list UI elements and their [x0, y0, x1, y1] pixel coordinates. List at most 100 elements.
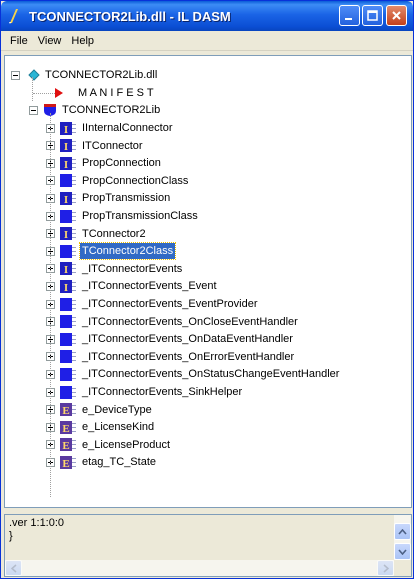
- manifest-label[interactable]: M A N I F E S T: [76, 85, 156, 101]
- tree-item[interactable]: PropConnectionClass: [46, 172, 190, 190]
- tree-item[interactable]: _ITConnectorEvents_OnStatusChangeEventHa…: [46, 365, 341, 383]
- interface-icon: I: [60, 121, 76, 135]
- manifest-row[interactable]: M A N I F E S T: [45, 84, 156, 102]
- tree-item[interactable]: I IInternalConnector: [46, 119, 175, 137]
- tree-view[interactable]: TCONNECTOR2Lib.dll M A N I F E S T TCONN…: [4, 55, 412, 508]
- class-icon: [60, 332, 76, 346]
- info-pane[interactable]: .ver 1:1:0:0 }: [4, 514, 412, 577]
- tree-item-label[interactable]: PropTransmissionClass: [80, 208, 200, 224]
- tree-item[interactable]: Ee_DeviceType: [46, 401, 154, 419]
- tree-item[interactable]: I ITConnector: [46, 137, 145, 155]
- svg-text:E: E: [62, 440, 69, 451]
- horizontal-scrollbar[interactable]: [5, 560, 394, 576]
- tree-item-label[interactable]: etag_TC_State: [80, 454, 158, 470]
- tree-item[interactable]: I _ITConnectorEvents: [46, 260, 184, 278]
- svg-text:E: E: [62, 423, 69, 434]
- tree-item-label[interactable]: ITConnector: [80, 138, 145, 154]
- svg-text:I: I: [64, 282, 68, 293]
- tree-item-label[interactable]: PropTransmission: [80, 190, 172, 206]
- tree-line: [32, 77, 33, 101]
- tree-item[interactable]: I TConnector2: [46, 225, 148, 243]
- chevron-down-icon: [398, 548, 407, 555]
- title-bar[interactable]: TCONNECTOR2Lib.dll - IL DASM: [1, 1, 413, 31]
- class-icon: [60, 297, 76, 311]
- tree-item[interactable]: PropTransmissionClass: [46, 207, 200, 225]
- vertical-scrollbar[interactable]: [394, 515, 411, 561]
- tree-item-label[interactable]: IInternalConnector: [80, 120, 175, 136]
- svg-text:I: I: [64, 141, 68, 152]
- tree-item-label[interactable]: TConnector2Class: [78, 242, 177, 261]
- scroll-left-button[interactable]: [5, 560, 22, 576]
- tree-item[interactable]: _ITConnectorEvents_OnErrorEventHandler: [46, 348, 296, 366]
- tree-item-label[interactable]: TConnector2: [80, 226, 148, 242]
- chevron-up-icon: [398, 528, 407, 535]
- close-button[interactable]: [386, 5, 407, 26]
- menu-view[interactable]: View: [33, 32, 67, 50]
- enum-icon: E: [60, 420, 76, 434]
- close-icon: [392, 11, 401, 20]
- tree-root-label[interactable]: TCONNECTOR2Lib.dll: [43, 67, 159, 83]
- tree-item[interactable]: I PropConnection: [46, 154, 163, 172]
- svg-text:I: I: [64, 264, 68, 275]
- svg-text:E: E: [62, 458, 69, 469]
- tree-item-label[interactable]: _ITConnectorEvents_EventProvider: [80, 296, 259, 312]
- tree-root-row[interactable]: TCONNECTOR2Lib.dll: [11, 66, 159, 84]
- tree-item-label[interactable]: _ITConnectorEvents_SinkHelper: [80, 384, 244, 400]
- interface-icon: I: [60, 139, 76, 153]
- maximize-icon: [367, 10, 378, 21]
- minimize-icon: [345, 18, 352, 20]
- interface-icon: I: [60, 279, 76, 293]
- svg-text:I: I: [64, 159, 68, 170]
- tree-item[interactable]: I PropTransmission: [46, 189, 172, 207]
- collapse-toggle[interactable]: [11, 70, 20, 80]
- splitter[interactable]: [1, 509, 413, 513]
- tree-item-label[interactable]: PropConnectionClass: [80, 173, 190, 189]
- menu-help[interactable]: Help: [66, 32, 99, 50]
- minimize-button[interactable]: [339, 5, 360, 26]
- svg-text:I: I: [64, 229, 68, 240]
- tree-line: [33, 93, 55, 94]
- tree-item-label[interactable]: _ITConnectorEvents_OnCloseEventHandler: [80, 314, 300, 330]
- tree-item-label[interactable]: e_LicenseKind: [80, 419, 156, 435]
- tree-item[interactable]: TConnector2Class: [46, 242, 177, 261]
- tree-line: [50, 113, 51, 497]
- tree-item[interactable]: Eetag_TC_State: [46, 453, 158, 471]
- tree-item[interactable]: _ITConnectorEvents_OnDataEventHandler: [46, 330, 295, 348]
- menu-bar: File View Help: [1, 31, 413, 51]
- tree-item[interactable]: Ee_LicenseKind: [46, 418, 156, 436]
- scroll-up-button[interactable]: [394, 523, 411, 540]
- tree-item-label[interactable]: _ITConnectorEvents_OnDataEventHandler: [80, 331, 295, 347]
- namespace-row[interactable]: TCONNECTOR2Lib: [29, 101, 162, 119]
- scroll-right-button[interactable]: [377, 560, 394, 576]
- tree-item-label[interactable]: e_DeviceType: [80, 402, 154, 418]
- tree-item-label[interactable]: _ITConnectorEvents: [80, 261, 184, 277]
- tree-item[interactable]: Ee_LicenseProduct: [46, 436, 172, 454]
- chevron-right-icon: [383, 563, 389, 573]
- tree-item-label[interactable]: e_LicenseProduct: [80, 437, 172, 453]
- collapse-toggle[interactable]: [29, 105, 38, 115]
- class-icon: [60, 367, 76, 381]
- manifest-arrow-icon: [55, 88, 63, 98]
- tree-item-label[interactable]: _ITConnectorEvents_Event: [80, 278, 219, 294]
- class-icon: [60, 244, 76, 258]
- namespace-label[interactable]: TCONNECTOR2Lib: [60, 102, 162, 118]
- tree-item[interactable]: _ITConnectorEvents_EventProvider: [46, 295, 259, 313]
- scroll-corner: [394, 560, 411, 576]
- enum-icon: E: [60, 403, 76, 417]
- maximize-button[interactable]: [362, 5, 383, 26]
- class-icon: [60, 209, 76, 223]
- tree-item-label[interactable]: _ITConnectorEvents_OnErrorEventHandler: [80, 349, 296, 365]
- tree-item-label[interactable]: _ITConnectorEvents_OnStatusChangeEventHa…: [80, 366, 341, 382]
- tree-item-label[interactable]: PropConnection: [80, 155, 163, 171]
- enum-icon: E: [60, 438, 76, 452]
- tree-item[interactable]: I _ITConnectorEvents_Event: [46, 277, 219, 295]
- svg-text:E: E: [62, 405, 69, 416]
- interface-icon: I: [60, 191, 76, 205]
- tree-item[interactable]: _ITConnectorEvents_OnCloseEventHandler: [46, 313, 300, 331]
- tree-item[interactable]: _ITConnectorEvents_SinkHelper: [46, 383, 244, 401]
- window-title: TCONNECTOR2Lib.dll - IL DASM: [29, 9, 231, 24]
- scroll-down-button[interactable]: [394, 543, 411, 560]
- class-icon: [60, 385, 76, 399]
- menu-file[interactable]: File: [5, 32, 33, 50]
- diamond-icon: [28, 69, 40, 81]
